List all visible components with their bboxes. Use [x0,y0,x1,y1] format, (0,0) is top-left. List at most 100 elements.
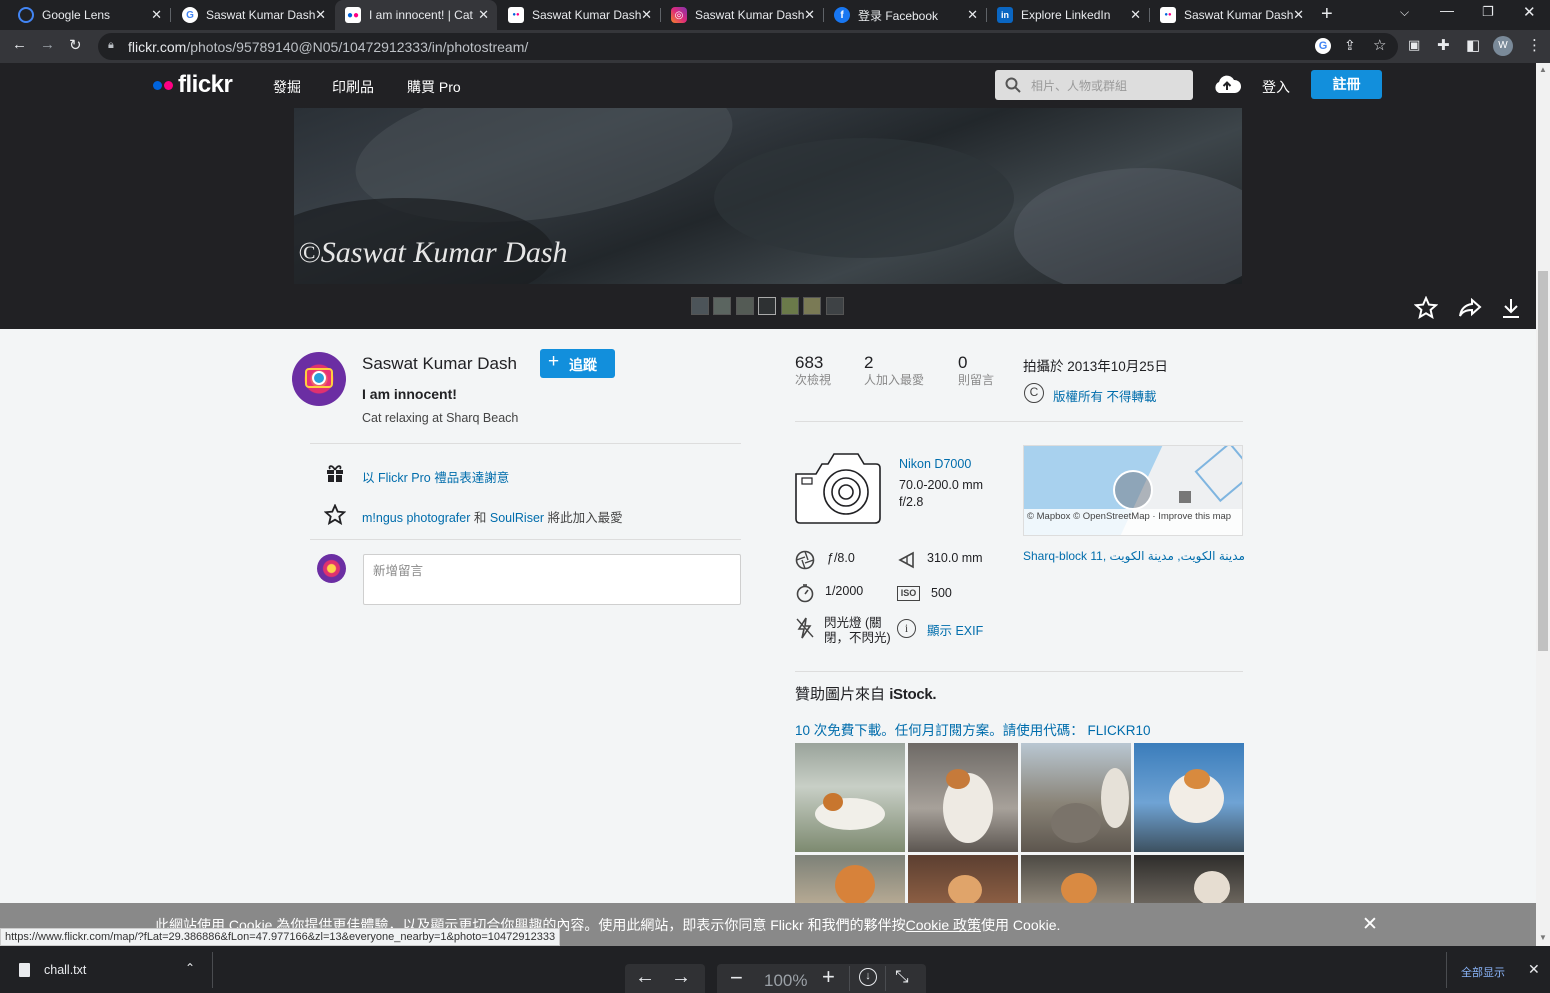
istock-photo[interactable] [1134,743,1244,852]
minimize-icon[interactable]: — [1440,2,1454,18]
url-text[interactable]: flickr.com/photos/95789140@N05/104729123… [128,39,528,55]
istock-photo[interactable] [1134,855,1244,903]
prev-page-icon[interactable]: ← [635,966,655,989]
close-icon[interactable]: ✕ [1293,7,1304,23]
extension-icon[interactable]: ▣ [1408,37,1420,53]
main-photo[interactable]: ©Saswat Kumar Dash [294,108,1242,284]
tab-saswat-flickr[interactable]: ● ● Saswat Kumar Dash ✕ [498,0,660,30]
close-icon[interactable]: ✕ [315,7,326,23]
filmstrip-thumb[interactable] [736,297,754,315]
istock-photo[interactable] [795,743,905,852]
close-icon[interactable]: ✕ [1130,7,1141,23]
scroll-up-icon[interactable]: ▲ [1539,65,1547,74]
filmstrip-thumb[interactable] [803,297,821,315]
tab-saswat-google[interactable]: G Saswat Kumar Dash ✕ [172,0,334,30]
nav-get-pro[interactable]: 購買 Pro [407,77,461,97]
fave-user-link[interactable]: SoulRiser [490,511,544,525]
address-bar[interactable]: 🔒︎ flickr.com/photos/95789140@N05/104729… [98,33,1398,60]
window-close-icon[interactable]: ✕ [1523,3,1536,21]
gift-pro-link[interactable]: 以 Flickr Pro 禮品表達謝意 [362,467,509,486]
file-icon [19,963,30,977]
filmstrip-thumb[interactable] [781,297,799,315]
camera-icon[interactable] [794,452,882,525]
divider [795,671,1243,672]
puzzle-icon[interactable]: ✚ [1437,36,1450,54]
tab-facebook[interactable]: f 登录 Facebook ✕ [824,0,986,30]
map-credit[interactable]: © Mapbox © OpenStreetMap · Improve this … [1024,509,1242,535]
filmstrip-thumb[interactable] [691,297,709,315]
filmstrip-thumb-current[interactable] [758,297,776,315]
side-panel-icon[interactable]: ◧ [1466,36,1480,54]
close-download-bar-icon[interactable]: ✕ [1528,961,1540,978]
tab-saswat-flickr-2[interactable]: ● ● Saswat Kumar Dash ✕ [1150,0,1312,30]
istock-photo[interactable] [1021,855,1131,903]
login-link[interactable]: 登入 [1262,77,1290,97]
scroll-down-icon[interactable]: ▼ [1539,933,1547,942]
istock-photo[interactable] [908,743,1018,852]
profile-avatar[interactable]: W [1493,36,1513,56]
istock-photo[interactable] [908,855,1018,903]
comment-textarea[interactable]: 新增留言 [363,554,741,605]
tab-linkedin[interactable]: in Explore LinkedIn ✕ [987,0,1149,30]
close-icon[interactable]: ✕ [478,7,489,23]
tab-title: Saswat Kumar Dash [1184,8,1294,22]
fave-user-link[interactable]: m!ngus photografer [362,511,470,525]
download-menu-chevron-icon[interactable]: ⌃ [185,961,195,975]
show-exif-link[interactable]: 顯示 EXIF [927,620,983,639]
new-tab-icon[interactable]: + [1321,3,1333,26]
browser-toolbar: ← → ↻ 🔒︎ flickr.com/photos/95789140@N05/… [0,30,1550,63]
download-icon[interactable] [1500,297,1522,319]
camera-model-link[interactable]: Nikon D7000 [899,457,971,471]
forward-icon[interactable]: → [40,36,55,53]
close-icon[interactable]: ✕ [967,7,978,23]
signup-button[interactable]: 註冊 [1311,70,1382,99]
iso-value: 500 [931,586,952,600]
menu-icon[interactable]: ⋮ [1527,36,1542,54]
zoom-in-icon[interactable]: + [822,964,835,990]
bookmark-star-icon[interactable]: ☆ [1373,36,1386,54]
filmstrip-thumb[interactable] [826,297,844,315]
next-page-icon[interactable]: → [671,966,691,989]
download-filename[interactable]: chall.txt [44,963,86,977]
reload-icon[interactable]: ↻ [69,36,82,54]
linkedin-icon: in [997,7,1013,23]
exit-fullscreen-icon[interactable]: ⤡ [895,967,909,987]
istock-photo[interactable] [795,855,905,903]
cookie-close-icon[interactable]: ✕ [1362,913,1378,936]
location-link[interactable]: Sharq-block 11, مدينة الكويت, مدينة الكو… [1023,549,1245,563]
istock-promo-link[interactable]: 10 次免費下載。任何月訂閱方案。請使用代碼： FLICKR10 [795,719,1151,739]
owner-name[interactable]: Saswat Kumar Dash [362,354,517,374]
fit-page-icon[interactable]: ↓ [859,968,877,986]
close-icon[interactable]: ✕ [804,7,815,23]
tab-search-icon[interactable]: ⌵ [1400,5,1409,20]
close-icon[interactable]: ✕ [151,7,162,23]
cookie-policy-link[interactable]: Cookie 政策 [906,917,981,933]
location-map[interactable]: © Mapbox © OpenStreetMap · Improve this … [1023,445,1243,536]
scrollbar-thumb[interactable] [1538,271,1548,651]
restore-icon[interactable]: ❐ [1482,4,1494,20]
tab-saswat-instagram[interactable]: ◎ Saswat Kumar Dash ✕ [661,0,823,30]
show-all-downloads-link[interactable]: 全部显示 [1461,964,1505,980]
page-scrollbar[interactable]: ▲ ▼ [1536,63,1550,946]
license-link[interactable]: 版權所有 不得轉載 [1053,386,1156,405]
flickr-logo[interactable]: flickr [178,71,233,99]
zoom-out-icon[interactable]: − [730,965,743,991]
google-translate-icon[interactable]: G [1315,38,1331,54]
nav-explore[interactable]: 發掘 [273,77,301,97]
date-taken[interactable]: 拍攝於 2013年10月25日 [1023,355,1168,375]
share-arrow-icon[interactable] [1458,298,1482,318]
nav-prints[interactable]: 印刷品 [332,77,374,97]
search-input[interactable]: 相片、人物或群組 [995,70,1193,100]
follow-button[interactable]: + 追蹤 [540,349,615,378]
upload-cloud-icon[interactable] [1212,73,1242,95]
photo-description: Cat relaxing at Sharq Beach [362,411,519,425]
share-icon[interactable]: ⇪ [1344,37,1356,54]
close-icon[interactable]: ✕ [641,7,652,23]
back-icon[interactable]: ← [12,36,27,53]
tab-i-am-innocent[interactable]: ● ● I am innocent! | Cat ✕ [335,0,497,30]
filmstrip-thumb[interactable] [713,297,731,315]
owner-avatar[interactable] [292,352,346,406]
tab-google-lens[interactable]: Google Lens ✕ [8,0,170,30]
favorite-star-icon[interactable] [1414,296,1438,319]
istock-photo[interactable] [1021,743,1131,852]
